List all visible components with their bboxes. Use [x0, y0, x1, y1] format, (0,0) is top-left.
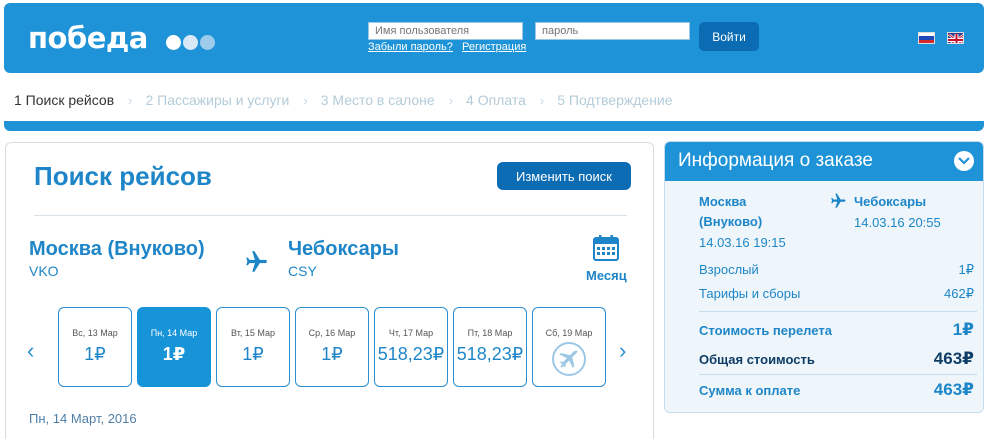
chevron-down-icon[interactable]: [954, 151, 974, 171]
date-label: Пн, 14 Мар: [150, 328, 198, 338]
register-link[interactable]: Регистрация: [462, 41, 526, 53]
step-payment: 4 Оплата: [466, 92, 526, 108]
order-arrival-time: 14.03.16 20:55: [854, 215, 941, 230]
step-separator: ›: [448, 92, 454, 108]
total-cost-value: 463₽: [933, 349, 974, 368]
fees-value: 462₽: [944, 286, 974, 301]
origin-city: Москва (Внуково): [29, 238, 205, 260]
step-passengers: 2 Пассажиры и услуги: [145, 92, 290, 108]
date-price: 518,23₽: [456, 344, 524, 364]
no-flight-icon: [552, 342, 586, 376]
forgot-password-link[interactable]: Забыли пароль?: [368, 41, 453, 53]
order-origin-airport: (Внуково): [699, 214, 763, 229]
date-label: Вт, 15 Мар: [231, 328, 275, 338]
logo-dot-2: [183, 35, 198, 50]
brand-logo[interactable]: победа: [28, 21, 148, 55]
order-info-panel: Информация о заказе Москва (Внуково) 14.…: [664, 141, 984, 413]
flight-cost-label: Стоимость перелета: [699, 323, 832, 338]
month-calendar-button[interactable]: Месяц: [586, 235, 627, 283]
date-option[interactable]: Вс, 13 Мар 1₽: [58, 307, 132, 387]
login-button[interactable]: Войти: [699, 22, 759, 51]
destination-code: CSY: [288, 263, 317, 279]
airplane-icon: [242, 249, 270, 280]
amount-due-label: Сумма к оплате: [699, 383, 801, 398]
adult-value: 1₽: [958, 262, 974, 277]
prev-dates-arrow[interactable]: ‹: [27, 338, 34, 364]
amount-due-value: 463₽: [933, 380, 974, 399]
destination-city: Чебоксары: [288, 238, 400, 260]
total-cost-label: Общая стоимость: [699, 352, 815, 367]
date-option[interactable]: Вт, 15 Мар 1₽: [216, 307, 290, 387]
step-search[interactable]: 1 Поиск рейсов: [14, 92, 114, 108]
change-search-button[interactable]: Изменить поиск: [497, 162, 631, 190]
date-option[interactable]: Пт, 18 Мар 518,23₽: [453, 307, 527, 387]
step-separator: ›: [539, 92, 545, 108]
date-option-no-flights: Сб, 19 Мар: [532, 307, 606, 387]
origin-code: VKO: [29, 263, 59, 279]
date-option[interactable]: Чт, 17 Мар 518,23₽: [374, 307, 448, 387]
logo-dot-1: [166, 35, 181, 50]
date-label: Сб, 19 Мар: [545, 328, 593, 338]
order-departure-time: 14.03.16 19:15: [699, 235, 786, 250]
calendar-label: Месяц: [586, 268, 627, 283]
calendar-icon: [593, 235, 620, 261]
date-price: 1₽: [242, 344, 264, 364]
divider: [699, 311, 977, 312]
step-confirmation: 5 Подтверждение: [557, 92, 673, 108]
logo-dot-3: [200, 35, 215, 50]
date-option[interactable]: Ср, 16 Мар 1₽: [295, 307, 369, 387]
order-info-title: Информация о заказе: [678, 150, 873, 171]
date-option-selected[interactable]: Пн, 14 Мар 1₽: [137, 307, 211, 387]
selected-date-label: Пн, 14 Март, 2016: [29, 411, 137, 426]
step-separator: ›: [303, 92, 308, 108]
step-separator: ›: [128, 92, 133, 108]
logo-dots: [166, 35, 215, 50]
date-label: Пт, 18 Мар: [467, 328, 513, 338]
flight-search-panel: Поиск рейсов Изменить поиск Москва (Внук…: [5, 142, 654, 439]
page-title: Поиск рейсов: [34, 161, 212, 191]
booking-steps: 1 Поиск рейсов › 2 Пассажиры и услуги › …: [14, 92, 673, 108]
step-seat: 3 Место в салоне: [320, 92, 435, 108]
order-origin-city: Москва: [699, 194, 747, 209]
top-header: победа Забыли пароль? Регистрация Войти: [4, 3, 984, 73]
adult-label: Взрослый: [699, 262, 759, 277]
fees-label: Тарифы и сборы: [699, 286, 801, 301]
uk-flag-icon[interactable]: [947, 32, 964, 44]
order-destination-city: Чебоксары: [854, 194, 927, 209]
airplane-icon: [829, 192, 847, 215]
date-price: 1₽: [162, 344, 186, 364]
username-input[interactable]: [368, 22, 523, 40]
divider: [34, 215, 627, 216]
password-input[interactable]: [535, 22, 690, 40]
date-price: 518,23₽: [377, 344, 445, 364]
date-label: Вс, 13 Мар: [72, 328, 118, 338]
russian-flag-icon[interactable]: [918, 32, 935, 44]
date-label: Чт, 17 Мар: [388, 328, 434, 338]
divider: [699, 374, 977, 375]
flight-cost-value: 1₽: [952, 320, 974, 339]
date-price: 1₽: [84, 344, 106, 364]
steps-progress-bar: [4, 121, 984, 131]
next-dates-arrow[interactable]: ›: [619, 338, 626, 364]
date-price: 1₽: [321, 344, 343, 364]
order-info-header[interactable]: Информация о заказе: [665, 142, 983, 181]
date-label: Ср, 16 Мар: [308, 328, 356, 338]
